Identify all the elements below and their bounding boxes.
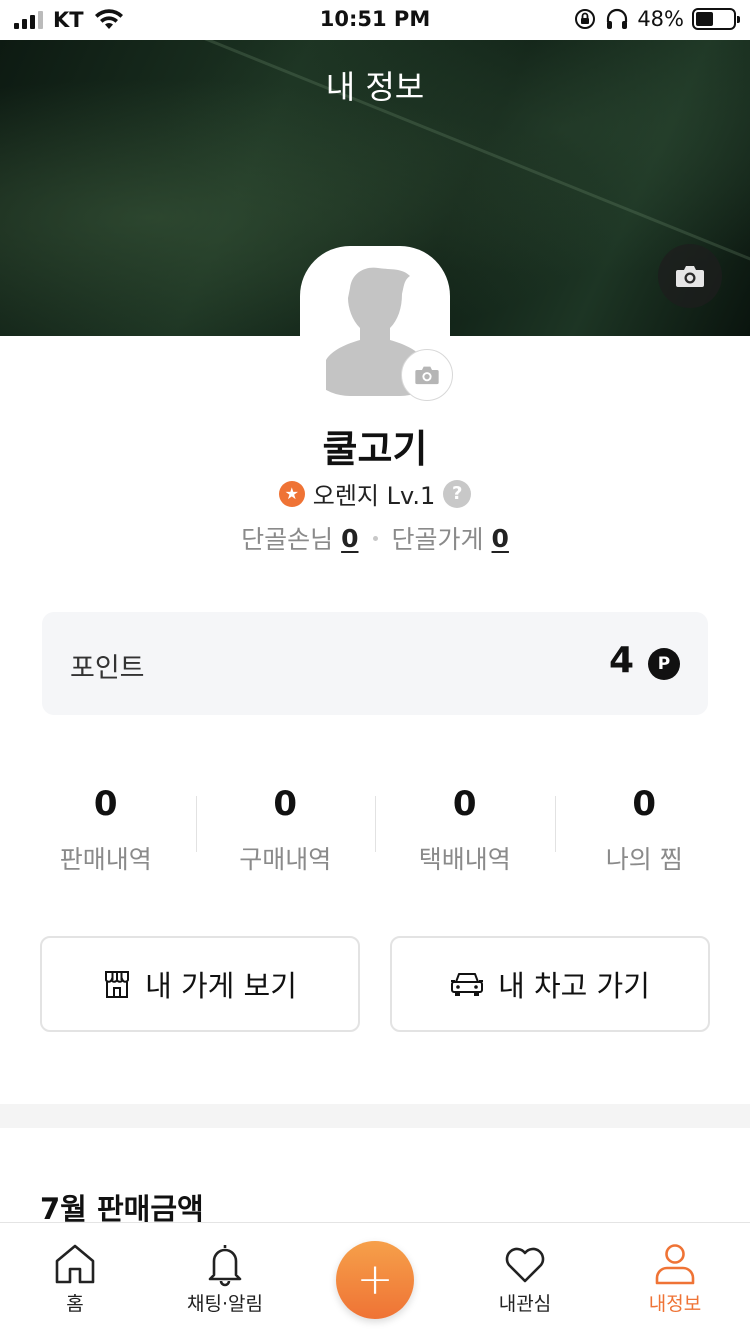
- activity-stats: 0 판매내역 0 구매내역 0 택배내역 0 나의 찜: [16, 782, 734, 892]
- battery-percent: 48%: [637, 7, 684, 31]
- bottom-tab-bar: 홈 채팅·알림 + 내관심 내정보: [0, 1222, 750, 1334]
- regular-stores-count[interactable]: 0: [492, 524, 509, 553]
- headphones-icon: [607, 8, 628, 29]
- stat-deliveries[interactable]: 0 택배내역: [375, 782, 555, 892]
- tab-home[interactable]: 홈: [0, 1241, 150, 1316]
- tab-label: 채팅·알림: [187, 1293, 263, 1315]
- level-text: 오렌지 Lv.1: [312, 482, 436, 510]
- heart-icon: [505, 1247, 545, 1283]
- avatar-camera-button[interactable]: [401, 349, 453, 401]
- my-garage-button[interactable]: 내 차고 가기: [390, 936, 710, 1032]
- stat-label: 나의 찜: [605, 845, 683, 874]
- battery-icon: [692, 8, 740, 30]
- help-icon[interactable]: ?: [443, 479, 472, 508]
- cover-camera-button[interactable]: [658, 244, 722, 308]
- points-card[interactable]: 포인트 4 P: [42, 612, 708, 715]
- bell-icon: [208, 1245, 242, 1287]
- store-icon: [105, 971, 130, 998]
- stat-value: 0: [93, 784, 118, 824]
- tab-chat-alerts[interactable]: 채팅·알림: [150, 1241, 300, 1316]
- point-coin-icon: P: [648, 648, 680, 680]
- tab-interests[interactable]: 내관심: [450, 1241, 600, 1316]
- stat-label: 판매내역: [59, 845, 152, 874]
- level-row: ★ 오렌지 Lv.1 ?: [0, 476, 750, 511]
- points-label: 포인트: [70, 653, 145, 684]
- car-icon: [451, 973, 484, 996]
- tab-my-info[interactable]: 내정보: [600, 1241, 750, 1316]
- tab-label: 내관심: [498, 1293, 552, 1315]
- points-value: 4: [608, 640, 634, 681]
- home-icon: [55, 1244, 95, 1284]
- status-right: 48%: [573, 7, 740, 31]
- my-garage-label: 내 차고 가기: [498, 969, 650, 1003]
- regular-stores-label: 단골가게: [391, 525, 484, 554]
- stat-value: 0: [452, 784, 477, 824]
- status-bar: KT 10:51 PM 48%: [0, 0, 750, 40]
- regular-customers-count[interactable]: 0: [341, 524, 358, 553]
- regular-customers-label: 단골손님: [241, 525, 334, 554]
- my-store-label: 내 가게 보기: [145, 969, 297, 1003]
- tab-label: 내정보: [648, 1293, 702, 1315]
- separator-dot: [372, 535, 378, 541]
- person-icon: [655, 1244, 695, 1285]
- stat-wishlist[interactable]: 0 나의 찜: [554, 782, 735, 892]
- stat-label: 구매내역: [239, 845, 332, 874]
- camera-icon: [415, 366, 439, 385]
- section-divider: [0, 1104, 750, 1128]
- tab-label: 홈: [66, 1293, 84, 1315]
- rotation-lock-icon: [575, 9, 596, 29]
- stat-label: 택배내역: [418, 845, 511, 874]
- battery-level: [696, 12, 714, 26]
- stat-sales[interactable]: 0 판매내역: [16, 782, 196, 892]
- nickname: 쿨고기: [322, 427, 428, 471]
- stat-value: 0: [273, 784, 298, 824]
- stat-purchases[interactable]: 0 구매내역: [195, 782, 376, 892]
- add-listing-button[interactable]: +: [336, 1241, 414, 1319]
- camera-icon: [676, 266, 704, 287]
- regulars-row: 단골손님 0 단골가게 0: [0, 520, 750, 556]
- stat-value: 0: [632, 784, 657, 824]
- star-badge-icon: ★: [278, 480, 305, 507]
- my-store-button[interactable]: 내 가게 보기: [40, 936, 360, 1032]
- page-title: 내 정보: [325, 68, 425, 106]
